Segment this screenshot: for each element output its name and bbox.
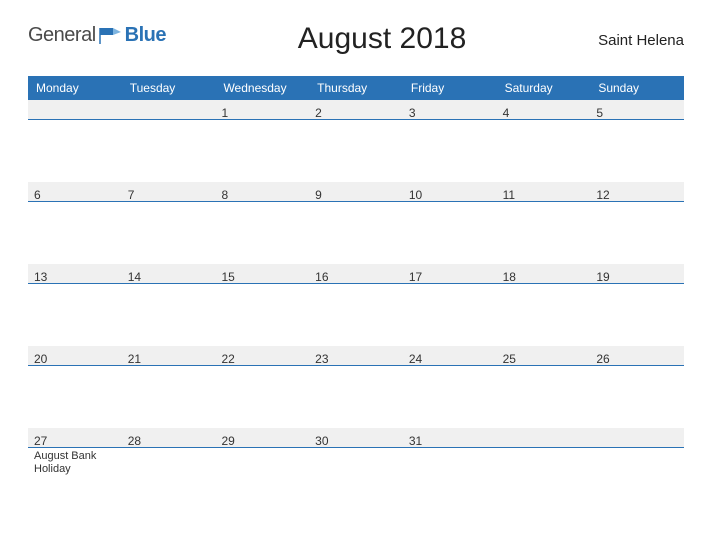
day-cell: 16 <box>309 264 403 346</box>
day-cell: 23 <box>309 346 403 428</box>
day-cell: 13 <box>28 264 122 346</box>
date-number: 20 <box>34 350 116 366</box>
date-number: 6 <box>34 186 116 202</box>
date-band <box>28 100 122 120</box>
date-number: 29 <box>221 432 303 448</box>
date-number: 18 <box>503 268 585 284</box>
day-cell: 21 <box>122 346 216 428</box>
date-number: 1 <box>221 104 303 120</box>
date-number: 5 <box>596 104 678 120</box>
date-number: 12 <box>596 186 678 202</box>
date-number: 13 <box>34 268 116 284</box>
date-number: 16 <box>315 268 397 284</box>
date-number <box>596 432 678 434</box>
day-cell: 10 <box>403 182 497 264</box>
day-cell: 11 <box>497 182 591 264</box>
logo-flag-icon <box>99 26 123 46</box>
day-header: Wednesday <box>215 76 309 100</box>
header: General Blue August 2018 Saint Helena <box>28 18 684 56</box>
date-number: 17 <box>409 268 491 284</box>
logo-word2: Blue <box>125 24 166 47</box>
day-cell: 2 <box>309 100 403 182</box>
day-cell: 20 <box>28 346 122 428</box>
date-number: 7 <box>128 186 210 202</box>
day-cell: 25 <box>497 346 591 428</box>
day-cell <box>497 428 591 510</box>
day-cell: 5 <box>590 100 684 182</box>
day-cell: 18 <box>497 264 591 346</box>
date-number: 26 <box>596 350 678 366</box>
date-number: 30 <box>315 432 397 448</box>
day-cell: 14 <box>122 264 216 346</box>
date-number: 22 <box>221 350 303 366</box>
date-number: 14 <box>128 268 210 284</box>
date-number: 31 <box>409 432 491 448</box>
day-cell <box>28 100 122 182</box>
week-row: 27 August Bank Holiday 28 29 30 31 <box>28 428 684 510</box>
day-header: Tuesday <box>122 76 216 100</box>
calendar: Monday Tuesday Wednesday Thursday Friday… <box>28 76 684 510</box>
date-number: 21 <box>128 350 210 366</box>
day-cell: 27 August Bank Holiday <box>28 428 122 510</box>
holiday-label: August Bank Holiday <box>34 450 116 476</box>
date-band <box>590 428 684 448</box>
date-number: 24 <box>409 350 491 366</box>
date-number: 19 <box>596 268 678 284</box>
date-number <box>128 104 210 106</box>
day-cell: 31 <box>403 428 497 510</box>
day-cell: 12 <box>590 182 684 264</box>
day-cell: 6 <box>28 182 122 264</box>
day-cell: 8 <box>215 182 309 264</box>
date-band <box>497 428 591 448</box>
week-row: 20 21 22 23 24 25 26 <box>28 346 684 428</box>
date-number: 10 <box>409 186 491 202</box>
day-cell: 15 <box>215 264 309 346</box>
date-number <box>503 432 585 434</box>
date-number: 27 <box>34 432 116 448</box>
date-number <box>34 104 116 106</box>
logo-word1: General <box>28 24 96 47</box>
day-header: Monday <box>28 76 122 100</box>
day-header: Sunday <box>590 76 684 100</box>
day-cell: 1 <box>215 100 309 182</box>
region-label: Saint Helena <box>598 18 684 49</box>
day-cell: 4 <box>497 100 591 182</box>
day-cell: 7 <box>122 182 216 264</box>
date-number: 15 <box>221 268 303 284</box>
day-cell: 9 <box>309 182 403 264</box>
day-header: Saturday <box>497 76 591 100</box>
date-number: 23 <box>315 350 397 366</box>
date-number: 2 <box>315 104 397 120</box>
day-cell: 3 <box>403 100 497 182</box>
week-row: 6789 10 11 12 <box>28 182 684 264</box>
day-header-row: Monday Tuesday Wednesday Thursday Friday… <box>28 76 684 100</box>
day-cell: 19 <box>590 264 684 346</box>
day-cell: 29 <box>215 428 309 510</box>
date-number: 11 <box>503 186 585 202</box>
date-number: 4 <box>503 104 585 120</box>
date-number: 25 <box>503 350 585 366</box>
week-row: 13 14 15 16 17 18 19 <box>28 264 684 346</box>
day-header: Thursday <box>309 76 403 100</box>
day-cell: 30 <box>309 428 403 510</box>
day-cell <box>122 100 216 182</box>
day-cell: 24 <box>403 346 497 428</box>
date-number: 28 <box>128 432 210 448</box>
day-header: Friday <box>403 76 497 100</box>
date-number: 9 <box>315 186 397 202</box>
day-cell: 28 <box>122 428 216 510</box>
logo: General Blue <box>28 18 166 47</box>
date-number: 3 <box>409 104 491 120</box>
day-cell: 22 <box>215 346 309 428</box>
date-number: 8 <box>221 186 303 202</box>
day-cell: 26 <box>590 346 684 428</box>
week-row: 12345 <box>28 100 684 182</box>
page-title: August 2018 <box>166 18 598 56</box>
day-cell <box>590 428 684 510</box>
date-band <box>122 100 216 120</box>
day-cell: 17 <box>403 264 497 346</box>
